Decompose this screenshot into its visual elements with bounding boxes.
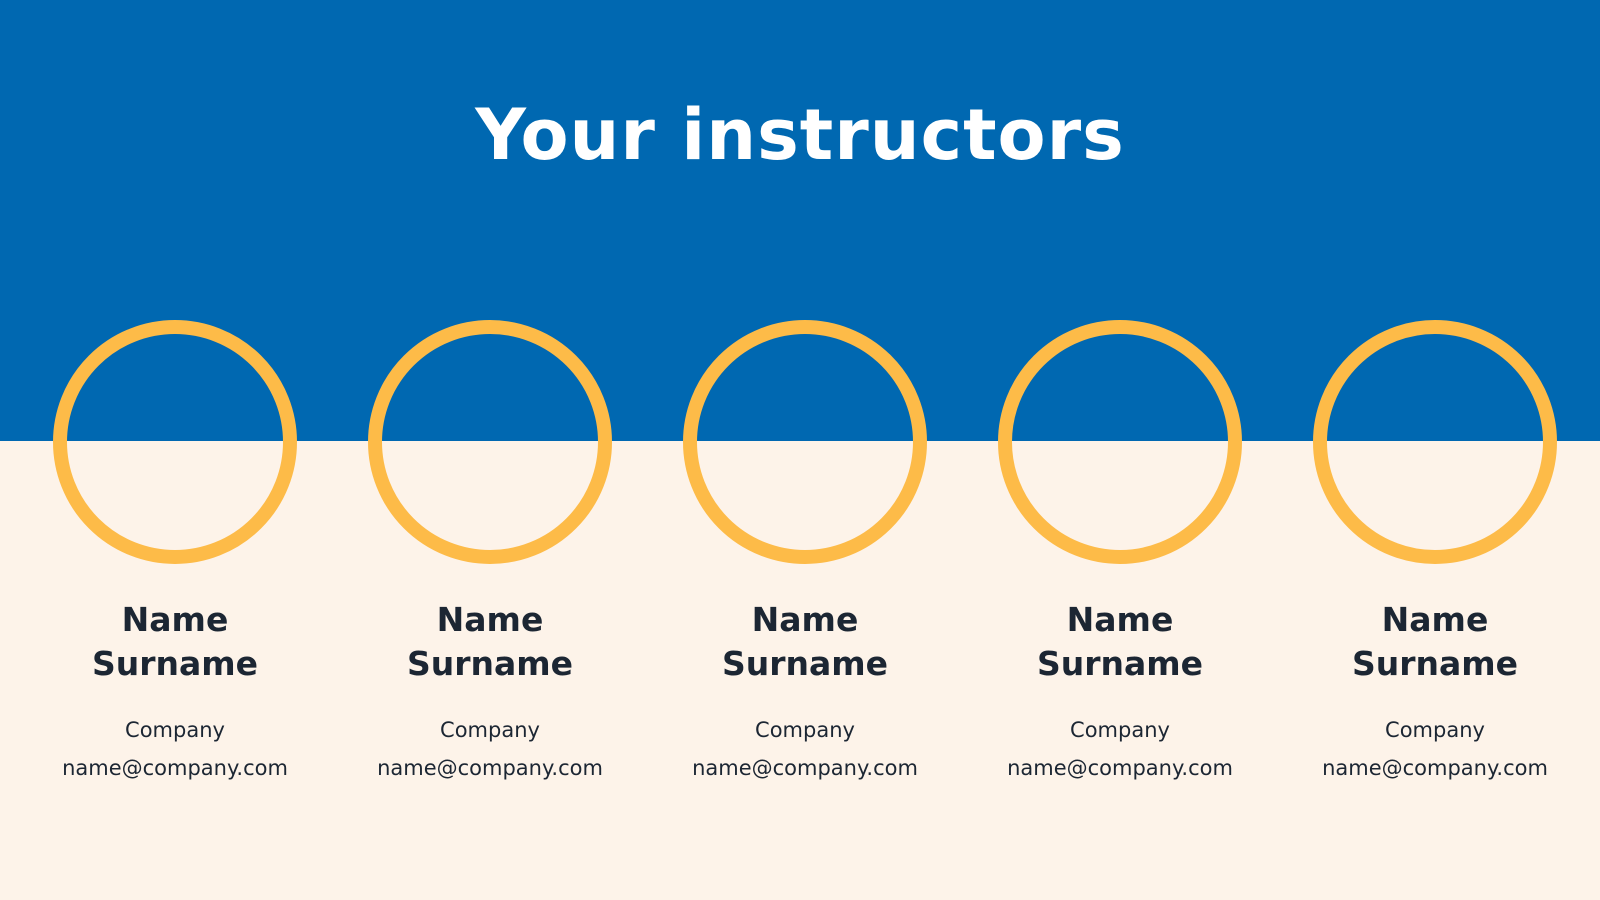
- instructor-first-name: Name: [751, 600, 859, 639]
- instructor-company: Company: [440, 718, 540, 742]
- instructor-email: name@company.com: [377, 756, 603, 780]
- instructor-name: Name Surname: [350, 598, 630, 686]
- instructor-first-name: Name: [1381, 600, 1489, 639]
- instructor-first-name: Name: [1066, 600, 1174, 639]
- instructor-first-name: Name: [436, 600, 544, 639]
- instructor-last-name: Surname: [406, 644, 574, 683]
- instructor-last-name: Surname: [1036, 644, 1204, 683]
- instructor-email: name@company.com: [692, 756, 918, 780]
- instructor-name: Name Surname: [980, 598, 1260, 686]
- slide: Your instructors Name Surname Company na…: [0, 0, 1600, 900]
- instructor-name: Name Surname: [1295, 598, 1575, 686]
- instructor-company: Company: [1070, 718, 1170, 742]
- instructor-last-name: Surname: [91, 644, 259, 683]
- instructor-last-name: Surname: [1351, 644, 1519, 683]
- instructor-email: name@company.com: [62, 756, 288, 780]
- instructor-name: Name Surname: [665, 598, 945, 686]
- instructor-first-name: Name: [121, 600, 229, 639]
- instructor-last-name: Surname: [721, 644, 889, 683]
- instructor-card-5: Name Surname Company name@company.com: [1295, 320, 1575, 788]
- instructor-company: Company: [755, 718, 855, 742]
- instructor-name: Name Surname: [35, 598, 315, 686]
- avatar-placeholder-ring: [683, 320, 927, 564]
- instructor-card-2: Name Surname Company name@company.com: [350, 320, 630, 788]
- avatar-placeholder-ring: [368, 320, 612, 564]
- avatar-placeholder-ring: [53, 320, 297, 564]
- instructor-email: name@company.com: [1322, 756, 1548, 780]
- instructor-card-3: Name Surname Company name@company.com: [665, 320, 945, 788]
- instructor-email: name@company.com: [1007, 756, 1233, 780]
- instructor-company: Company: [1385, 718, 1485, 742]
- avatar-placeholder-ring: [998, 320, 1242, 564]
- instructor-card-4: Name Surname Company name@company.com: [980, 320, 1260, 788]
- instructor-company: Company: [125, 718, 225, 742]
- instructor-card-1: Name Surname Company name@company.com: [35, 320, 315, 788]
- slide-title: Your instructors: [475, 94, 1125, 176]
- avatar-placeholder-ring: [1313, 320, 1557, 564]
